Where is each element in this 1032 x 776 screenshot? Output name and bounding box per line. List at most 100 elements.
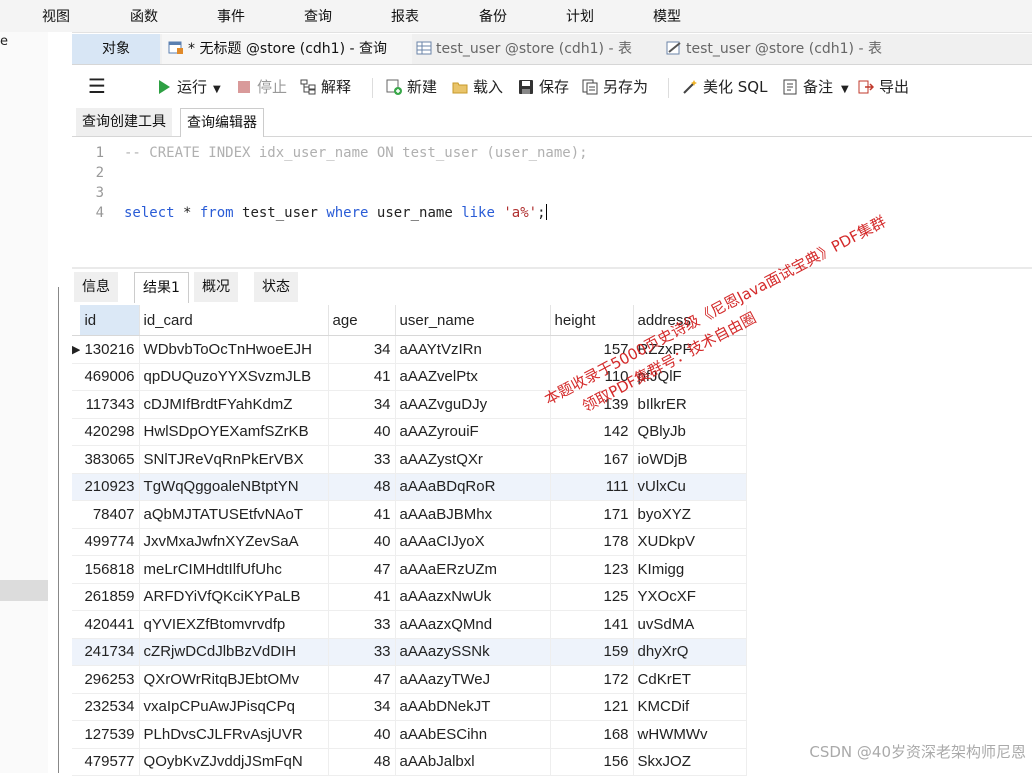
cell-age[interactable]: 40 — [328, 418, 396, 446]
menu-report[interactable]: 报表 — [391, 6, 419, 26]
cell-user-name[interactable]: aAAZvelPtx — [395, 363, 551, 391]
cell-id[interactable]: 296253 — [80, 665, 140, 694]
cell-age[interactable]: 48 — [328, 473, 396, 501]
cell-id-card[interactable]: SNlTJReVqRnPkErVBX — [139, 445, 329, 474]
row-indicator[interactable] — [72, 363, 81, 391]
menu-query[interactable]: 查询 — [304, 6, 332, 26]
cell-user-name[interactable]: aAAZyrouiF — [395, 418, 551, 446]
cell-id[interactable]: 261859 — [80, 583, 140, 611]
cell-age[interactable]: 40 — [328, 720, 396, 749]
save-button[interactable]: 保存 — [518, 76, 569, 98]
cell-user-name[interactable]: aAAazxQMnd — [395, 610, 551, 639]
table-row[interactable]: 479577 QOybKvZJvddjJSmFqN 48 aAAbJalbxl 156 S… — [72, 748, 747, 776]
row-indicator[interactable] — [72, 418, 81, 446]
load-button[interactable]: 载入 — [452, 76, 503, 98]
cell-height[interactable]: 123 — [550, 555, 634, 584]
tab-query-untitled[interactable]: * 无标题 @store (cdh1) - 查询 — [162, 34, 412, 64]
cell-height[interactable]: 168 — [550, 720, 634, 749]
tab-table-test-user[interactable]: test_user @store (cdh1) - 表 — [412, 34, 656, 64]
cell-age[interactable]: 34 — [328, 693, 396, 721]
cell-age[interactable]: 33 — [328, 610, 396, 639]
export-button[interactable]: 导出 — [858, 76, 909, 98]
row-indicator[interactable] — [72, 555, 81, 584]
cell-id-card[interactable]: cZRjwDCdJlbBzVdDIH — [139, 638, 329, 666]
cell-age[interactable]: 34 — [328, 390, 396, 419]
cell-age[interactable]: 41 — [328, 500, 396, 529]
column-header-age[interactable]: age — [328, 305, 396, 336]
cell-user-name[interactable]: aAAazySSNk — [395, 638, 551, 666]
pane-divider[interactable] — [72, 267, 1032, 269]
row-indicator[interactable] — [72, 610, 81, 639]
cell-id[interactable]: 241734 — [80, 638, 140, 666]
cell-address[interactable]: SkxJOZ — [633, 748, 747, 776]
table-row[interactable]: 156818 meLrCIMHdtIlfUfUhc 47 aAAaERzUZm 123 K… — [72, 555, 747, 584]
cell-user-name[interactable]: aAAZystQXr — [395, 445, 551, 474]
table-row[interactable]: 232534 vxaIpCPuAwJPisqCPq 34 aAAbDNekJT 121 K… — [72, 693, 747, 721]
tab-profile[interactable]: 概况 — [194, 272, 238, 302]
cell-address[interactable]: ioWDjB — [633, 445, 747, 474]
table-row[interactable]: 383065 SNlTJReVqRnPkErVBX 33 aAAZystQXr 167 i… — [72, 445, 747, 474]
tab-info[interactable]: 信息 — [74, 272, 118, 302]
row-indicator[interactable] — [72, 528, 81, 556]
cell-height[interactable]: 159 — [550, 638, 634, 666]
cell-id[interactable]: 383065 — [80, 445, 140, 474]
cell-id-card[interactable]: ARFDYiVfQKciKYPaLB — [139, 583, 329, 611]
cell-user-name[interactable]: aAAaCIJyoX — [395, 528, 551, 556]
cell-user-name[interactable]: aAAbDNekJT — [395, 693, 551, 721]
cell-age[interactable]: 41 — [328, 363, 396, 391]
tab-table-design-test-user[interactable]: test_user @store (cdh1) - 表 — [662, 34, 916, 64]
cell-id[interactable]: 78407 — [80, 500, 140, 529]
cell-user-name[interactable]: aAAazxNwUk — [395, 583, 551, 611]
cell-id[interactable]: 130216 — [80, 335, 140, 364]
cell-id[interactable]: 499774 — [80, 528, 140, 556]
menu-schedule[interactable]: 计划 — [566, 6, 594, 26]
tab-result-1[interactable]: 结果1 — [134, 272, 189, 303]
cell-address[interactable]: bIlkrER — [633, 390, 747, 419]
cell-address[interactable]: YXOcXF — [633, 583, 747, 611]
cell-address[interactable]: KMCDif — [633, 693, 747, 721]
splitter[interactable] — [48, 32, 72, 773]
cell-height[interactable]: 121 — [550, 693, 634, 721]
menu-events[interactable]: 事件 — [217, 6, 245, 26]
cell-height[interactable]: 167 — [550, 445, 634, 474]
tab-query-builder[interactable]: 查询创建工具 — [76, 108, 172, 136]
cell-user-name[interactable]: aAAaERzUZm — [395, 555, 551, 584]
cell-id-card[interactable]: HwlSDpOYEXamfSZrKB — [139, 418, 329, 446]
column-header-id-card[interactable]: id_card — [139, 305, 329, 336]
row-indicator[interactable] — [72, 693, 81, 721]
menu-view[interactable]: 视图 — [42, 6, 70, 26]
table-row[interactable]: 296253 QXrOWrRitqBJEbtOMv 47 aAAazyTWeJ 172 C… — [72, 665, 747, 694]
cell-id-card[interactable]: QXrOWrRitqBJEbtOMv — [139, 665, 329, 694]
current-row-indicator-icon[interactable]: ▶ — [72, 335, 81, 364]
row-indicator[interactable] — [72, 720, 81, 749]
cell-id-card[interactable]: cDJMIfBrdtFYahKdmZ — [139, 390, 329, 419]
row-indicator[interactable] — [72, 748, 81, 776]
table-row[interactable]: 241734 cZRjwDCdJlbBzVdDIH 33 aAAazySSNk 159 d… — [72, 638, 747, 666]
table-row[interactable]: 210923 TgWqQggoaleNBtptYN 48 aAAaBDqRoR 111 v… — [72, 473, 747, 501]
cell-height[interactable]: 172 — [550, 665, 634, 694]
cell-id-card[interactable]: aQbMJTATUSEtfvNAoT — [139, 500, 329, 529]
cell-age[interactable]: 33 — [328, 445, 396, 474]
cell-user-name[interactable]: aAAZvguDJy — [395, 390, 551, 419]
menu-model[interactable]: 模型 — [653, 6, 681, 26]
cell-age[interactable]: 41 — [328, 583, 396, 611]
cell-user-name[interactable]: aAAaBJBMhx — [395, 500, 551, 529]
cell-address[interactable]: byoXYZ — [633, 500, 747, 529]
cell-id[interactable]: 232534 — [80, 693, 140, 721]
row-indicator[interactable] — [72, 583, 81, 611]
cell-id-card[interactable]: vxaIpCPuAwJPisqCPq — [139, 693, 329, 721]
cell-address[interactable]: wHWMWv — [633, 720, 747, 749]
tab-status[interactable]: 状态 — [254, 272, 298, 302]
cell-user-name[interactable]: aAAaBDqRoR — [395, 473, 551, 501]
cell-id-card[interactable]: TgWqQggoaleNBtptYN — [139, 473, 329, 501]
cell-age[interactable]: 47 — [328, 555, 396, 584]
cell-id[interactable]: 117343 — [80, 390, 140, 419]
cell-height[interactable]: 141 — [550, 610, 634, 639]
column-header-id[interactable]: id — [80, 305, 140, 336]
navigator-selected-item[interactable] — [0, 580, 48, 601]
cell-id[interactable]: 127539 — [80, 720, 140, 749]
cell-id-card[interactable]: qYVIEXZfBtomvrvdfp — [139, 610, 329, 639]
row-indicator[interactable] — [72, 638, 81, 666]
row-indicator[interactable] — [72, 500, 81, 529]
menu-functions[interactable]: 函数 — [130, 6, 158, 26]
